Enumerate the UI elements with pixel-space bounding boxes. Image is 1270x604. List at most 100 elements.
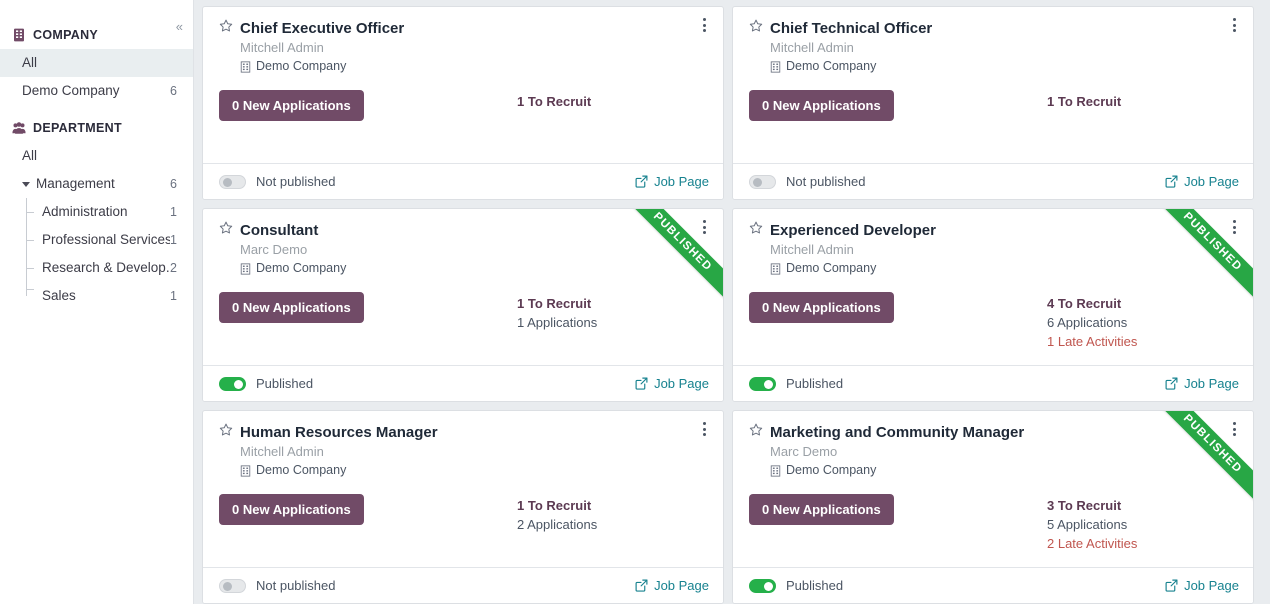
new-applications-button[interactable]: 0 New Applications (219, 90, 364, 121)
job-page-link[interactable]: Job Page (1165, 578, 1239, 593)
publish-status-label: Published (786, 578, 844, 593)
sidebar-item-professional-services[interactable]: Professional Services 1 (0, 226, 193, 254)
building-icon (770, 262, 781, 275)
stats-row: 0 New Applications 4 To Recruit 6 Applicat… (749, 292, 1237, 351)
to-recruit-stat[interactable]: 1 To Recruit (1047, 92, 1237, 111)
to-recruit-stat[interactable]: 1 To Recruit (517, 92, 707, 111)
card-footer: Not published Job Page (203, 163, 723, 199)
stats-column: 1 To Recruit 2 Applications (517, 494, 707, 534)
publish-status-label: Published (786, 376, 844, 391)
job-title[interactable]: Human Resources Manager (240, 423, 438, 442)
job-position-card[interactable]: Human Resources Manager Mitchell Admin Dem… (202, 410, 724, 604)
company-row: Demo Company (770, 259, 1237, 278)
publish-toggle[interactable] (219, 174, 246, 189)
to-recruit-stat[interactable]: 3 To Recruit (1047, 496, 1237, 515)
job-position-card[interactable]: PUBLISHED Experienced Developer Mitchell A… (732, 208, 1254, 402)
external-link-icon (635, 175, 648, 188)
new-applications-button[interactable]: 0 New Applications (219, 494, 364, 525)
applications-stat[interactable]: 5 Applications (1047, 515, 1237, 534)
late-activities-stat[interactable]: 1 Late Activities (1047, 332, 1237, 351)
recruiter-name: Mitchell Admin (770, 242, 854, 257)
external-link-icon (635, 579, 648, 592)
job-title[interactable]: Experienced Developer (770, 221, 936, 240)
job-title[interactable]: Marketing and Community Manager (770, 423, 1024, 442)
external-link-icon (1165, 579, 1178, 592)
company-row: Demo Company (770, 57, 1237, 76)
job-page-link[interactable]: Job Page (1165, 376, 1239, 391)
sidebar-item-sales[interactable]: Sales 1 (0, 282, 193, 310)
job-title[interactable]: Chief Technical Officer (770, 19, 932, 38)
star-outline-icon[interactable] (749, 423, 763, 442)
sidebar-item-count: 6 (170, 177, 177, 191)
applications-stat[interactable]: 6 Applications (1047, 313, 1237, 332)
sidebar-item-label: Professional Services (42, 232, 171, 247)
vertical-dots-icon[interactable] (697, 422, 711, 442)
sidebar-item-all[interactable]: All (0, 142, 193, 170)
vertical-dots-icon[interactable] (697, 220, 711, 240)
star-outline-icon[interactable] (219, 19, 233, 38)
late-activities-stat[interactable]: 2 Late Activities (1047, 534, 1237, 553)
sidebar-section-company: COMPANY (0, 10, 193, 49)
job-position-card[interactable]: PUBLISHED Consultant Marc Demo Demo Company… (202, 208, 724, 402)
sidebar-item-demo-company[interactable]: Demo Company 6 (0, 77, 193, 105)
building-icon (770, 464, 781, 477)
star-outline-icon[interactable] (749, 221, 763, 240)
publish-status-label: Not published (256, 578, 336, 593)
publish-toggle[interactable] (749, 174, 776, 189)
to-recruit-stat[interactable]: 4 To Recruit (1047, 294, 1237, 313)
job-position-card[interactable]: Chief Executive Officer Mitchell Admin Dem… (202, 6, 724, 200)
company-name: Demo Company (786, 261, 877, 275)
new-applications-button[interactable]: 0 New Applications (749, 494, 894, 525)
recruiter-name: Mitchell Admin (240, 444, 324, 459)
vertical-dots-icon[interactable] (1227, 18, 1241, 38)
new-applications-button[interactable]: 0 New Applications (219, 292, 364, 323)
to-recruit-stat[interactable]: 1 To Recruit (517, 294, 707, 313)
job-page-link[interactable]: Job Page (635, 174, 709, 189)
company-name: Demo Company (256, 59, 347, 73)
job-position-card[interactable]: Chief Technical Officer Mitchell Admin Dem… (732, 6, 1254, 200)
star-outline-icon[interactable] (219, 221, 233, 240)
vertical-dots-icon[interactable] (1227, 220, 1241, 240)
job-position-card[interactable]: PUBLISHED Marketing and Community Manager… (732, 410, 1254, 604)
job-page-link[interactable]: Job Page (635, 376, 709, 391)
publish-toggle[interactable] (749, 578, 776, 593)
applications-stat[interactable]: 1 Applications (517, 313, 707, 332)
sidebar-collapse-icon[interactable]: « (176, 20, 183, 33)
sidebar-item-research-develop[interactable]: Research & Develop... 2 (0, 254, 193, 282)
toggle-knob (752, 177, 762, 187)
recruiter-name: Mitchell Admin (240, 40, 324, 55)
applications-stat[interactable]: 2 Applications (517, 515, 707, 534)
new-applications-button[interactable]: 0 New Applications (749, 90, 894, 121)
building-icon (240, 464, 251, 477)
job-page-link[interactable]: Job Page (635, 578, 709, 593)
job-page-label: Job Page (1184, 174, 1239, 189)
publish-toggle[interactable] (219, 376, 246, 391)
publish-toggle[interactable] (749, 376, 776, 391)
job-page-link[interactable]: Job Page (1165, 174, 1239, 189)
sidebar-item-all[interactable]: All (0, 49, 193, 77)
card-body: Human Resources Manager Mitchell Admin Dem… (203, 411, 723, 567)
caret-down-icon[interactable] (22, 181, 30, 187)
publish-status-label: Not published (256, 174, 336, 189)
star-outline-icon[interactable] (749, 19, 763, 38)
card-footer: Not published Job Page (203, 567, 723, 603)
company-name: Demo Company (256, 463, 347, 477)
stats-row: 0 New Applications 1 To Recruit 1 Applicat… (219, 292, 707, 332)
vertical-dots-icon[interactable] (1227, 422, 1241, 442)
star-outline-icon[interactable] (219, 423, 233, 442)
sidebar-item-administration[interactable]: Administration 1 (0, 198, 193, 226)
vertical-dots-icon[interactable] (697, 18, 711, 38)
job-title[interactable]: Consultant (240, 221, 318, 240)
stats-row: 0 New Applications 1 To Recruit (219, 90, 707, 121)
publish-status-label: Not published (786, 174, 866, 189)
tree-connector (26, 226, 36, 254)
recruiter-name: Marc Demo (240, 242, 308, 257)
job-title[interactable]: Chief Executive Officer (240, 19, 404, 38)
job-page-label: Job Page (654, 174, 709, 189)
building-icon (12, 28, 26, 42)
recruiter-name: Marc Demo (770, 444, 838, 459)
publish-toggle[interactable] (219, 578, 246, 593)
sidebar-item-management[interactable]: Management 6 (0, 170, 193, 198)
to-recruit-stat[interactable]: 1 To Recruit (517, 496, 707, 515)
new-applications-button[interactable]: 0 New Applications (749, 292, 894, 323)
